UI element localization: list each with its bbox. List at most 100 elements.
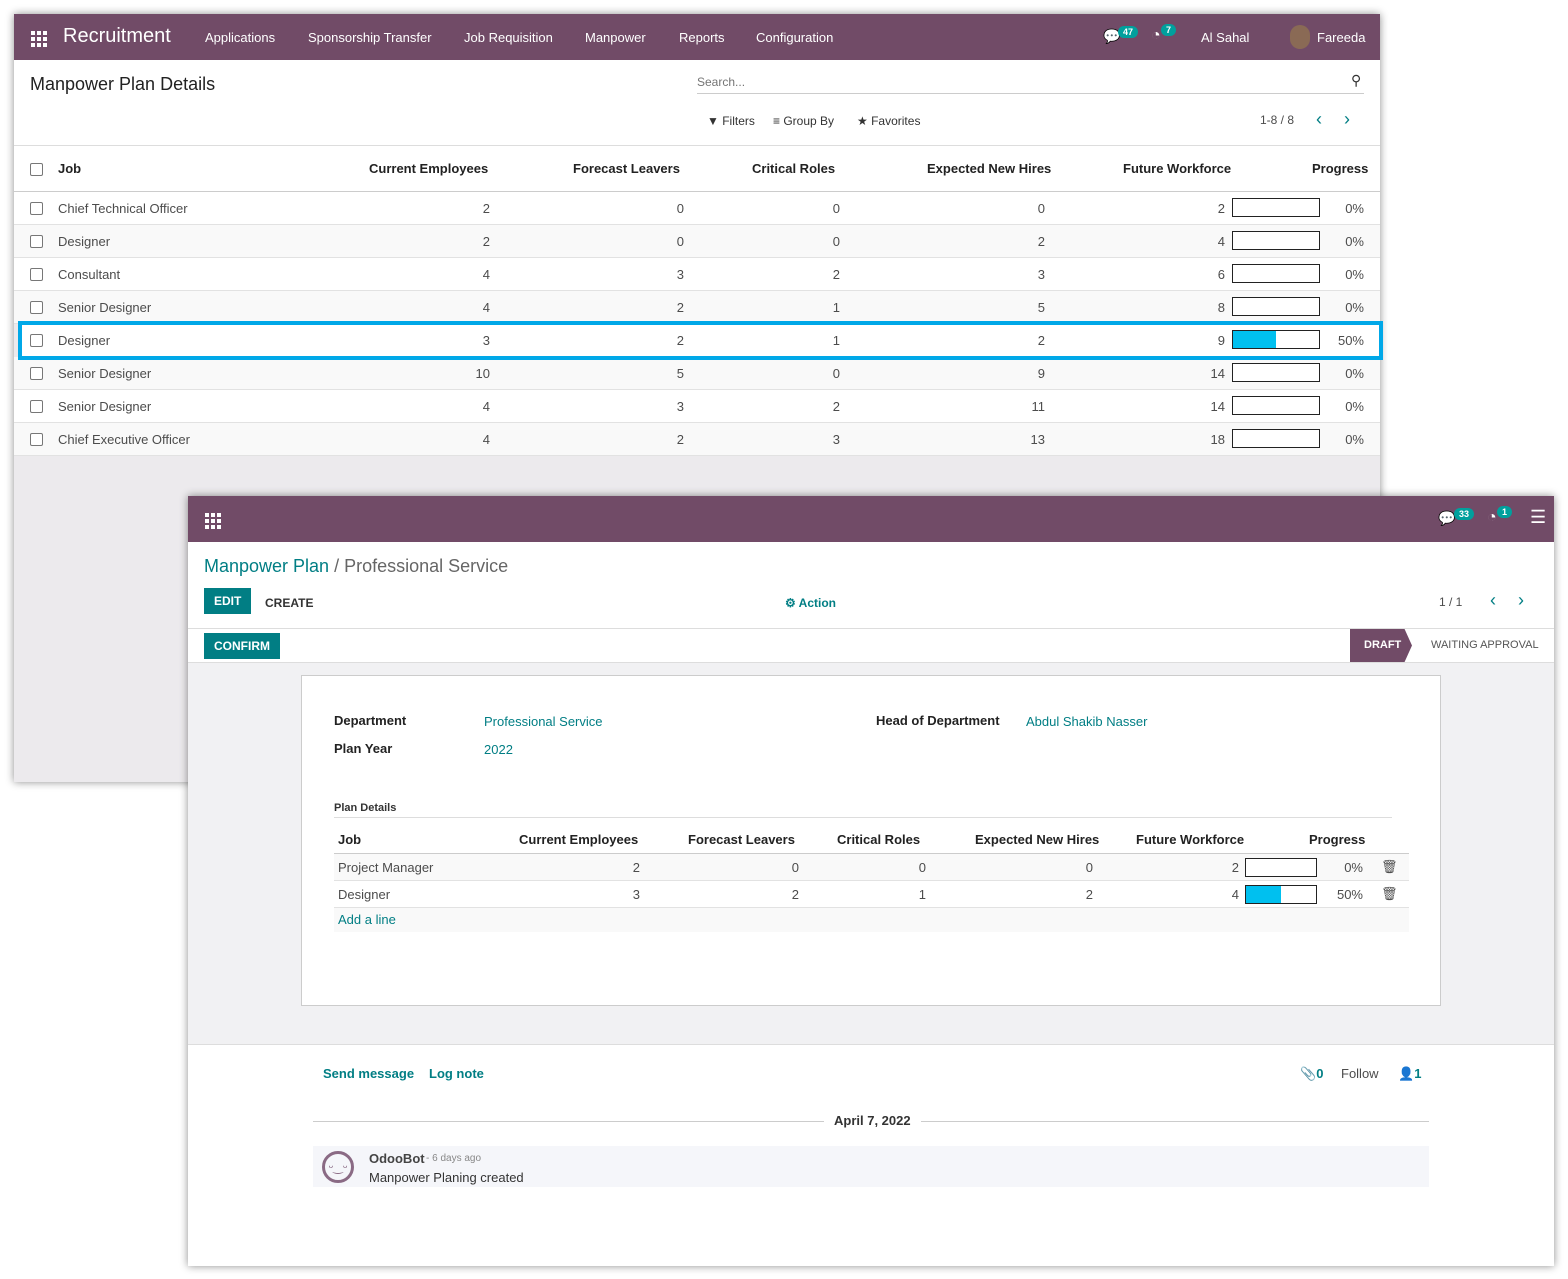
col-progress[interactable]: Progress	[1312, 161, 1368, 176]
list-header: Job Current Employees Forecast Leavers C…	[14, 146, 1380, 192]
row-checkbox[interactable]	[30, 433, 43, 446]
followers-button[interactable]: 👤1	[1398, 1066, 1421, 1082]
form-sheet: Department Professional Service Head of …	[301, 675, 1441, 1006]
menu-sponsorship-transfer[interactable]: Sponsorship Transfer	[308, 30, 432, 45]
future-workforce: 2	[1231, 860, 1239, 875]
future-workforce: 2	[1217, 201, 1225, 216]
progress-bar	[1232, 264, 1320, 283]
favorites-button[interactable]: ★ Favorites	[857, 114, 920, 128]
action-dropdown[interactable]: ⚙ Action	[785, 596, 836, 610]
apps-menu-icon[interactable]	[205, 513, 221, 529]
row-checkbox[interactable]	[30, 268, 43, 281]
row-checkbox[interactable]	[30, 301, 43, 314]
forecast-leavers: 2	[676, 432, 684, 447]
create-button[interactable]: CREATE	[265, 596, 313, 610]
trash-icon[interactable]: 🗑	[1381, 859, 1398, 875]
plan-line-row[interactable]: Designer 3 2 1 2 4 50% 🗑	[334, 881, 1409, 908]
col-job[interactable]: Job	[58, 161, 81, 176]
col-future-workforce[interactable]: Future Workforce	[1123, 161, 1231, 176]
critical-roles: 0	[832, 234, 840, 249]
progress-bar	[1232, 330, 1320, 349]
user-avatar[interactable]	[1290, 25, 1310, 49]
row-checkbox[interactable]	[30, 235, 43, 248]
send-message-button[interactable]: Send message	[323, 1066, 414, 1081]
message-time: - 6 days ago	[426, 1153, 482, 1164]
current-employees: 4	[482, 300, 490, 315]
pager-next-icon[interactable]: ›	[1518, 590, 1524, 611]
row-checkbox[interactable]	[30, 400, 43, 413]
pager-prev-icon[interactable]: ‹	[1490, 590, 1496, 611]
job-name: Senior Designer	[58, 300, 152, 315]
plan-line-row[interactable]: Project Manager 2 0 0 0 2 0% 🗑	[334, 854, 1409, 881]
group-by-button[interactable]: ≡ Group By	[773, 114, 834, 128]
table-row[interactable]: Senior Designer 4 3 2 11 14 0%	[14, 390, 1380, 423]
chat-icon[interactable]: 💬	[1438, 510, 1455, 527]
row-checkbox[interactable]	[30, 334, 43, 347]
pager-value[interactable]: 1 / 1	[1439, 595, 1462, 609]
current-employees: 4	[482, 267, 490, 282]
menu-job-requisition[interactable]: Job Requisition	[464, 30, 553, 45]
follow-button[interactable]: Follow	[1341, 1066, 1379, 1081]
progress-bar	[1245, 885, 1317, 904]
menu-applications[interactable]: Applications	[205, 30, 275, 45]
search-icon[interactable]: ⚲	[1351, 72, 1361, 89]
paperclip-icon: 📎	[1300, 1066, 1317, 1081]
table-row[interactable]: Designer 3 2 1 2 9 50%	[18, 321, 1383, 360]
col-critical-roles[interactable]: Critical Roles	[752, 161, 835, 176]
row-checkbox[interactable]	[30, 202, 43, 215]
user-menu[interactable]: Fareeda	[1317, 30, 1365, 45]
col-expected-new-hires[interactable]: Expected New Hires	[927, 161, 1051, 176]
expected-new-hires: 3	[1037, 267, 1045, 282]
attachments-button[interactable]: 📎0	[1300, 1066, 1323, 1082]
table-row[interactable]: Senior Designer 10 5 0 9 14 0%	[14, 357, 1380, 390]
table-row[interactable]: Chief Technical Officer 2 0 0 0 2 0%	[14, 192, 1380, 225]
group-by-label: Group By	[783, 114, 835, 128]
breadcrumb-parent[interactable]: Manpower Plan	[204, 556, 329, 576]
table-row[interactable]: Designer 2 0 0 2 4 0%	[14, 225, 1380, 258]
critical-roles: 2	[832, 267, 840, 282]
table-row[interactable]: Consultant 4 3 2 3 6 0%	[14, 258, 1380, 291]
progress-percent: 0%	[1345, 267, 1364, 282]
message-author[interactable]: OdooBot	[369, 1151, 425, 1166]
activity-clock-icon[interactable]: ◔	[1487, 509, 1497, 527]
menu-manpower[interactable]: Manpower	[585, 30, 646, 45]
col-progress: Progress	[1309, 832, 1366, 847]
pager-prev-icon[interactable]: ‹	[1316, 109, 1322, 130]
forecast-leavers: 0	[791, 860, 799, 875]
menu-reports[interactable]: Reports	[679, 30, 725, 45]
pager-value[interactable]: 1-8 / 8	[1260, 113, 1294, 127]
forecast-leavers: 0	[676, 234, 684, 249]
select-all-checkbox[interactable]	[30, 163, 43, 176]
activity-clock-icon[interactable]: ◔	[1151, 27, 1161, 45]
status-draft[interactable]: DRAFT	[1350, 629, 1412, 662]
table-row[interactable]: Senior Designer 4 2 1 5 8 0%	[14, 291, 1380, 324]
plan-year-label: Plan Year	[334, 741, 393, 756]
table-row[interactable]: Chief Executive Officer 4 2 3 13 18 0%	[14, 423, 1380, 456]
critical-roles: 0	[832, 201, 840, 216]
forecast-leavers: 3	[676, 399, 684, 414]
pager-next-icon[interactable]: ›	[1344, 109, 1350, 130]
edit-button[interactable]: EDIT	[204, 588, 252, 614]
add-line-link[interactable]: Add a line	[338, 912, 396, 927]
search-input[interactable]	[697, 70, 1364, 94]
critical-roles: 1	[832, 333, 840, 348]
status-waiting-approval[interactable]: WAITING APPROVAL	[1431, 639, 1539, 651]
progress-bar	[1232, 429, 1320, 448]
log-note-button[interactable]: Log note	[429, 1066, 484, 1081]
head-value[interactable]: Abdul Shakib Nasser	[1026, 714, 1147, 729]
apps-menu-icon[interactable]	[31, 31, 47, 47]
trash-icon[interactable]: 🗑	[1381, 886, 1398, 902]
filters-button[interactable]: ▼ Filters	[707, 114, 755, 128]
department-value[interactable]: Professional Service	[484, 714, 603, 729]
app-name[interactable]: Recruitment	[63, 25, 171, 48]
confirm-button[interactable]: CONFIRM	[204, 633, 280, 659]
col-forecast-leavers[interactable]: Forecast Leavers	[573, 161, 680, 176]
company-switcher[interactable]: Al Sahal	[1201, 30, 1249, 45]
job-name: Consultant	[58, 267, 121, 282]
menu-configuration[interactable]: Configuration	[756, 30, 833, 45]
expected-new-hires: 0	[1037, 201, 1045, 216]
row-checkbox[interactable]	[30, 367, 43, 380]
progress-percent: 50%	[1337, 333, 1364, 348]
hamburger-menu-icon[interactable]: ☰	[1530, 507, 1546, 528]
col-current-employees[interactable]: Current Employees	[369, 161, 488, 176]
